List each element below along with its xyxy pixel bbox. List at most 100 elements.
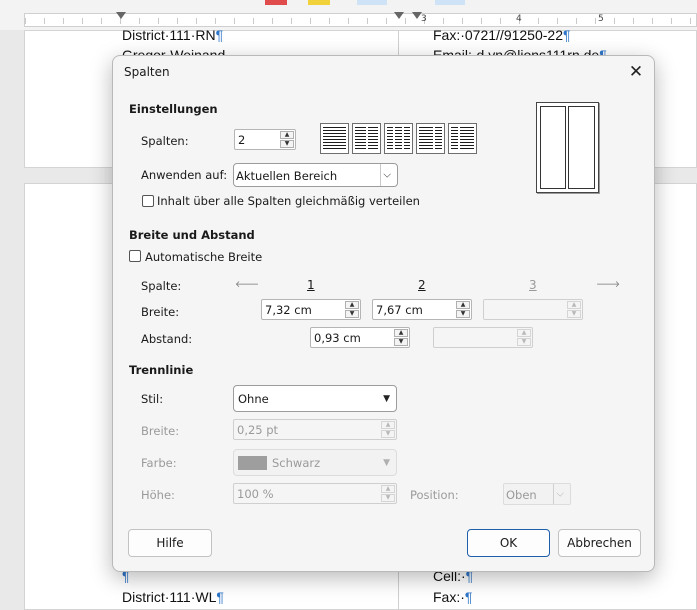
spacing-1-spinbox[interactable]: 0,93 cm ▲ ▼: [310, 327, 410, 348]
spin-down-icon[interactable]: ▼: [345, 310, 359, 318]
apply-to-value: Aktuellen Bereich: [236, 169, 338, 183]
spin-up-icon[interactable]: ▲: [567, 301, 581, 309]
ok-button[interactable]: OK: [467, 529, 550, 557]
spin-down-icon[interactable]: ▼: [517, 338, 531, 346]
columns-preview: [536, 102, 599, 193]
chevron-down-icon[interactable]: ⌵: [556, 489, 564, 500]
spin-buttons[interactable]: ▲ ▼: [517, 329, 531, 346]
preset-two-columns[interactable]: [352, 123, 381, 154]
ruler-number: 5: [598, 14, 604, 24]
separator-style-dropdown[interactable]: Ohne ▼: [233, 385, 397, 412]
doc-line: District·111·RN¶: [122, 27, 224, 43]
column-number: 2: [418, 278, 426, 292]
spin-buttons[interactable]: ▲ ▼: [280, 131, 294, 148]
separator-style-label: Stil:: [141, 392, 164, 406]
chevron-down-icon[interactable]: ⌵: [383, 170, 391, 181]
column-label: Spalte:: [141, 279, 182, 293]
spin-up-icon[interactable]: ▲: [381, 421, 395, 429]
spin-down-icon[interactable]: ▼: [567, 310, 581, 318]
spin-up-icon[interactable]: ▲: [381, 485, 395, 493]
separator-width-value: 0,25 pt: [237, 423, 279, 437]
spin-buttons[interactable]: ▲ ▼: [345, 301, 359, 318]
doc-line: Fax:·0721//91250-22¶: [433, 27, 571, 43]
column-2-width-spinbox[interactable]: 7,67 cm ▲ ▼: [372, 299, 472, 320]
spacing-label: Abstand:: [141, 332, 193, 346]
spin-down-icon[interactable]: ▼: [456, 310, 470, 318]
preset-one-column[interactable]: [320, 123, 349, 154]
color-swatch: [238, 456, 267, 470]
arrow-right-icon[interactable]: 🡒: [596, 279, 620, 290]
ruler-indent-marker[interactable]: [116, 12, 126, 19]
evenly-distribute-label[interactable]: Inhalt über alle Spalten gleichmäßig ver…: [157, 194, 420, 208]
spin-up-icon[interactable]: ▲: [456, 301, 470, 309]
dropdown-divider: [380, 164, 381, 186]
ruler-indent-marker[interactable]: [412, 12, 422, 19]
spin-down-icon[interactable]: ▼: [381, 494, 395, 502]
toolbar-button-highlight: [357, 0, 387, 5]
separator-heading: Trennlinie: [129, 363, 194, 377]
column-2-width-value: 7,67 cm: [376, 303, 423, 317]
column-number: 1: [307, 278, 315, 292]
spin-buttons[interactable]: ▲ ▼: [567, 301, 581, 318]
ruler-indent-marker[interactable]: [394, 12, 404, 19]
preview-column: [540, 106, 566, 189]
separator-height-spinbox[interactable]: 100 % ▲ ▼: [233, 483, 397, 504]
caret-down-icon[interactable]: ▼: [383, 394, 390, 404]
columns-count-spinbox[interactable]: 2 ▲ ▼: [234, 129, 296, 150]
help-button[interactable]: Hilfe: [128, 529, 212, 557]
preset-two-columns-right-large[interactable]: [448, 123, 477, 154]
settings-heading: Einstellungen: [129, 102, 218, 116]
column-3-width-spinbox[interactable]: ▲ ▼: [483, 299, 583, 320]
separator-color-label: Farbe:: [141, 456, 177, 470]
horizontal-ruler[interactable]: 3 4 5: [0, 0, 697, 30]
separator-color-value: Schwarz: [272, 456, 321, 470]
columns-label: Spalten:: [141, 134, 189, 148]
preview-column: [568, 106, 595, 189]
preset-two-columns-left-large[interactable]: [416, 123, 445, 154]
apply-to-label: Anwenden auf:: [141, 168, 228, 182]
spin-up-icon[interactable]: ▲: [517, 329, 531, 337]
separator-color-dropdown[interactable]: Schwarz ▼: [233, 449, 397, 476]
separator-height-label: Höhe:: [141, 488, 175, 502]
evenly-distribute-checkbox[interactable]: [142, 195, 154, 207]
separator-width-spinbox[interactable]: 0,25 pt ▲ ▼: [233, 419, 397, 440]
toolbar-button-highlight-2: [435, 0, 465, 5]
apply-to-dropdown[interactable]: Aktuellen Bereich ⌵: [233, 163, 398, 187]
spin-buttons[interactable]: ▲ ▼: [394, 329, 408, 346]
cancel-button[interactable]: Abbrechen: [558, 529, 641, 557]
spacing-1-value: 0,93 cm: [314, 331, 361, 345]
spin-up-icon[interactable]: ▲: [280, 131, 294, 139]
preset-three-columns[interactable]: [384, 123, 413, 154]
spin-down-icon[interactable]: ▼: [280, 140, 294, 148]
dropdown-divider: [553, 484, 554, 504]
column-1-width-spinbox[interactable]: 7,32 cm ▲ ▼: [261, 299, 361, 320]
dialog-titlebar[interactable]: Spalten ✕: [113, 56, 654, 88]
width-spacing-heading: Breite und Abstand: [129, 228, 255, 242]
auto-width-label[interactable]: Automatische Breite: [145, 250, 262, 264]
spin-up-icon[interactable]: ▲: [394, 329, 408, 337]
ruler-number: 4: [516, 14, 522, 24]
spin-down-icon[interactable]: ▼: [394, 338, 408, 346]
spin-buttons[interactable]: ▲ ▼: [381, 421, 395, 438]
spacing-2-spinbox[interactable]: ▲ ▼: [433, 327, 533, 348]
doc-line: Fax:·¶: [433, 589, 473, 605]
doc-line: District·111·WL¶: [122, 589, 224, 605]
spin-down-icon[interactable]: ▼: [381, 430, 395, 438]
auto-width-checkbox[interactable]: [129, 250, 141, 262]
width-label: Breite:: [141, 305, 180, 319]
arrow-left-icon[interactable]: 🡐: [235, 279, 259, 290]
spin-up-icon[interactable]: ▲: [345, 301, 359, 309]
dialog-title: Spalten: [124, 65, 170, 79]
separator-position-label: Position:: [410, 488, 459, 502]
separator-width-label: Breite:: [141, 424, 180, 438]
spin-buttons[interactable]: ▲ ▼: [381, 485, 395, 502]
columns-count-value: 2: [238, 133, 246, 147]
toolbar-color-icon-yellow: [308, 0, 330, 5]
columns-dialog: Spalten ✕ Einstellungen Spalten: 2 ▲ ▼ An…: [112, 55, 655, 572]
caret-down-icon[interactable]: ▼: [383, 458, 390, 468]
close-icon[interactable]: ✕: [624, 60, 648, 84]
spin-buttons[interactable]: ▲ ▼: [456, 301, 470, 318]
separator-height-value: 100 %: [237, 487, 274, 501]
toolbar-color-icon-red: [265, 0, 287, 5]
separator-position-dropdown[interactable]: Oben ⌵: [503, 483, 571, 505]
